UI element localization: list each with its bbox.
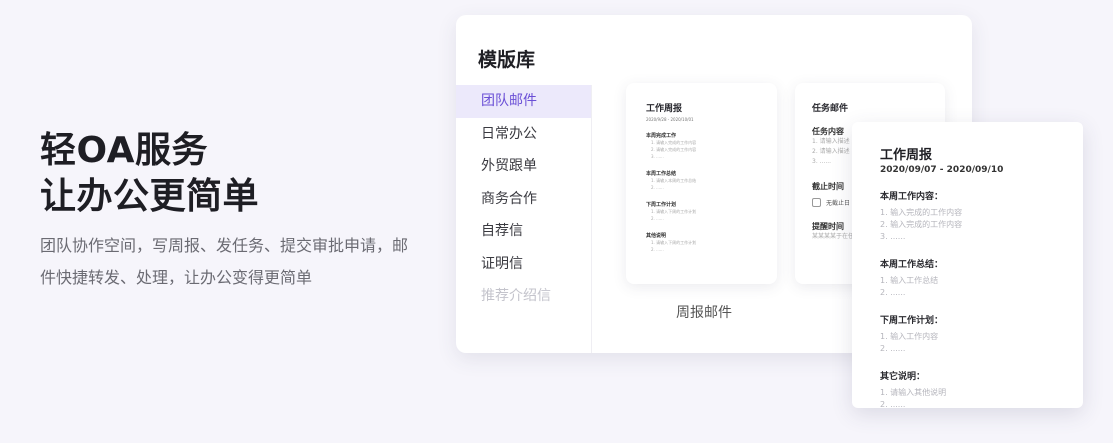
preview-line: 2. ......: [880, 288, 906, 297]
card-line: 1. 请输入本周的工作总结: [651, 178, 697, 183]
category-referral[interactable]: 推荐介绍信: [456, 280, 591, 313]
hero-title-line1: 轻OA服务: [40, 130, 208, 171]
preview-title: 工作周报: [880, 148, 933, 163]
preview-section-title: 本周工作内容：: [880, 192, 944, 202]
card-line: 1. 请输入下周的工作计划: [651, 209, 697, 214]
card-caption: 周报邮件: [676, 305, 732, 321]
preview-section-title: 其它说明：: [880, 372, 926, 382]
card-date: 2020/9/28 - 2020/10/01: [646, 117, 694, 122]
card-line: 1. 请输入下周的工作计划: [651, 240, 697, 245]
preview-line: 2. ......: [880, 344, 906, 353]
hero-title: 轻OA服务 让办公更简单: [40, 128, 420, 220]
card-line: 3. ......: [651, 154, 664, 159]
template-card-weekly-report[interactable]: 工作周报 2020/9/28 - 2020/10/01 本周完成工作 1. 请输…: [626, 83, 777, 284]
preview-line: 2. ......: [880, 400, 906, 409]
preview-section-title: 下周工作计划：: [880, 316, 944, 326]
preview-line: 1. 输入工作内容: [880, 332, 939, 341]
hero-description: 团队协作空间，写周报、发任务、提交审批申请，邮件快捷转发、处理，让办公变得更简单: [40, 236, 409, 287]
card-section-title: 其他说明: [646, 233, 667, 239]
preview-line: 2. 输入完成的工作内容: [880, 220, 963, 229]
preview-line: 1. 输入完成的工作内容: [880, 208, 963, 217]
weekly-report-preview: 工作周报 2020/09/07 - 2020/09/10 本周工作内容： 1. …: [852, 122, 1083, 409]
category-team-mail[interactable]: 团队邮件: [456, 85, 591, 118]
category-business[interactable]: 商务合作: [456, 183, 591, 216]
checkbox-label: 无截止日: [826, 200, 851, 207]
template-category-sidebar: 团队邮件 日常办公 外贸跟单 商务合作 自荐信 证明信 推荐介绍信: [456, 85, 592, 353]
category-daily-office[interactable]: 日常办公: [456, 118, 591, 151]
preview-line: 1. 输入工作总结: [880, 276, 939, 285]
preview-date: 2020/09/07 - 2020/09/10: [880, 165, 1004, 175]
panel-title: 模版库: [478, 49, 536, 71]
card-line: 2. ......: [651, 216, 664, 221]
card-title: 工作周报: [646, 104, 683, 114]
hero-title-line2: 让办公更简单: [40, 176, 260, 217]
card-section-title: 本周工作总结: [646, 171, 677, 177]
category-self-recommend[interactable]: 自荐信: [456, 215, 591, 248]
category-certificate[interactable]: 证明信: [456, 248, 591, 281]
category-trade-order[interactable]: 外贸跟单: [456, 150, 591, 183]
card-section-title: 下周工作计划: [646, 202, 677, 208]
card-line: 1. 请输入完成的工作内容: [651, 140, 697, 145]
preview-section-title: 本周工作总结：: [880, 260, 944, 270]
card-title: 任务邮件: [812, 104, 849, 114]
preview-line: 3. ......: [880, 232, 906, 241]
preview-line: 1. 请输入其他说明: [880, 388, 947, 397]
card-section-title: 本周完成工作: [646, 133, 677, 139]
checkbox-icon: [812, 198, 821, 207]
card-line: 2. ......: [651, 247, 664, 252]
card-line: 2. ......: [651, 185, 664, 190]
hero-section: 轻OA服务 让办公更简单 团队协作空间，写周报、发任务、提交审批申请，邮件快捷转…: [40, 128, 420, 294]
card-line: 2. 请输入完成的工作内容: [651, 147, 697, 152]
